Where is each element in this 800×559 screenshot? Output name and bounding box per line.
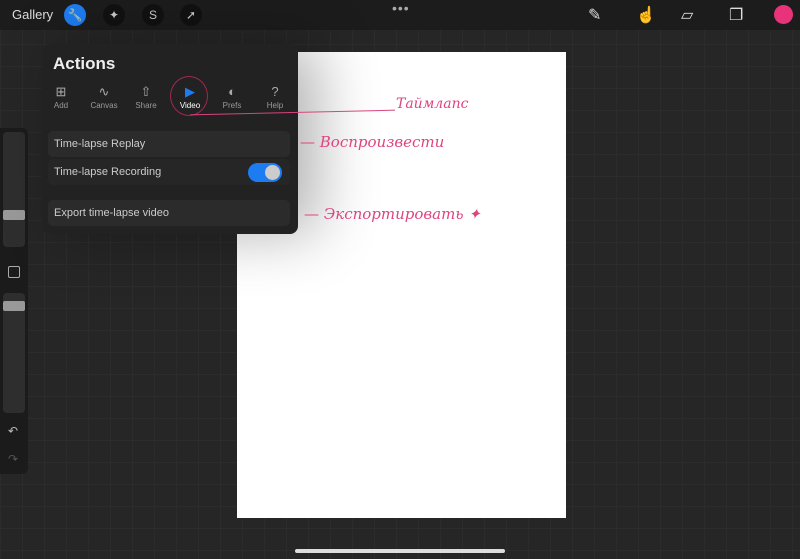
timelapse-recording-item: Time-lapse Recording — [48, 159, 290, 185]
redo-icon[interactable]: ↷ — [8, 452, 18, 466]
annotation-replay: — Воспроизвести — [300, 133, 445, 151]
canvas-icon: ∿ — [98, 84, 110, 99]
tab-label: Add — [53, 101, 69, 110]
recording-toggle[interactable] — [248, 163, 282, 182]
toggle-icon: ◐ — [228, 84, 236, 99]
opacity-slider[interactable] — [3, 293, 25, 413]
transform-arrow-icon[interactable]: ➚ — [180, 4, 202, 26]
brush-icon[interactable]: ✎ — [588, 5, 601, 25]
tab-add[interactable]: ⊞ Add — [41, 84, 81, 110]
tab-canvas[interactable]: ∿ Canvas — [84, 84, 124, 110]
undo-icon[interactable]: ↶ — [8, 424, 18, 438]
selection-icon[interactable]: S — [142, 4, 164, 26]
more-button[interactable]: ••• — [392, 0, 410, 16]
tab-share[interactable]: ⇧ Share — [126, 84, 166, 110]
annotation-text: Экспортировать — [323, 205, 464, 223]
panel-title: Actions — [53, 54, 116, 73]
row-label: Time-lapse Recording — [54, 166, 162, 178]
layers-icon[interactable]: ❐ — [729, 5, 743, 25]
slider-knob[interactable] — [3, 210, 25, 220]
magic-wand-icon[interactable]: ✦ — [103, 4, 125, 26]
home-indicator — [295, 549, 505, 553]
tab-label: Canvas — [90, 101, 118, 110]
top-bar: Gallery 🔧 ✦ S ➚ ••• ✎ ☝ ▱ ❐ — [0, 0, 800, 30]
annotation-timelapse: Таймлапс — [396, 96, 469, 112]
share-icon: ⇧ — [140, 84, 152, 99]
export-timelapse-item[interactable]: Export time-lapse video — [48, 200, 290, 226]
actions-panel: Actions ⊞ Add ∿ Canvas ⇧ Share ▶ Video ◐ Pref… — [42, 44, 298, 234]
sidebar: ↶ ↷ — [0, 128, 28, 474]
smudge-icon[interactable]: ☝ — [636, 5, 656, 25]
slider-knob[interactable] — [3, 301, 25, 311]
wrench-icon[interactable]: 🔧 — [64, 4, 86, 26]
color-picker[interactable] — [774, 5, 793, 24]
gallery-button[interactable]: Gallery — [12, 7, 53, 22]
add-icon: ⊞ — [55, 84, 67, 99]
modify-button[interactable] — [8, 266, 20, 278]
eraser-icon[interactable]: ▱ — [681, 5, 693, 25]
tab-label: Prefs — [222, 101, 242, 110]
tab-label: Help — [266, 101, 284, 110]
tab-label: Share — [135, 101, 157, 110]
timelapse-replay-item[interactable]: Time-lapse Replay — [48, 131, 290, 157]
tab-prefs[interactable]: ◐ Prefs — [212, 84, 252, 110]
tab-help[interactable]: ? Help — [255, 84, 295, 110]
annotation-text: Воспроизвести — [319, 133, 445, 151]
annotation-circle — [170, 76, 208, 116]
brush-size-slider[interactable] — [3, 132, 25, 247]
help-icon: ? — [271, 84, 279, 99]
annotation-export: — Экспортировать ✦ — [304, 205, 481, 223]
